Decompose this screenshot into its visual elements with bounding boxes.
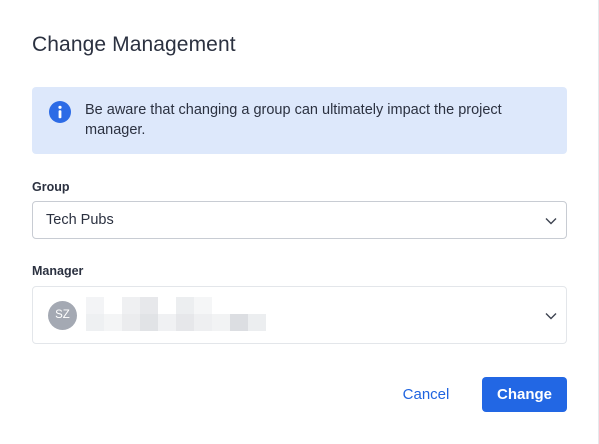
group-label: Group: [32, 180, 70, 194]
dialog-title: Change Management: [32, 33, 236, 56]
manager-select[interactable]: SZ: [32, 286, 567, 344]
info-banner: Be aware that changing a group can ultim…: [32, 87, 567, 154]
group-select-value: Tech Pubs: [46, 212, 114, 228]
redacted-manager-name: [86, 297, 270, 333]
manager-label: Manager: [32, 264, 84, 278]
info-banner-message: Be aware that changing a group can ultim…: [85, 102, 502, 138]
chevron-down-icon: [545, 313, 557, 320]
info-icon: [49, 101, 71, 123]
cancel-button[interactable]: Cancel: [388, 377, 464, 412]
group-select[interactable]: Tech Pubs: [32, 201, 567, 239]
chevron-down-icon: [545, 218, 557, 225]
change-button[interactable]: Change: [482, 377, 567, 412]
avatar: SZ: [48, 301, 77, 330]
change-management-dialog: Change Management Be aware that changing…: [0, 0, 599, 444]
